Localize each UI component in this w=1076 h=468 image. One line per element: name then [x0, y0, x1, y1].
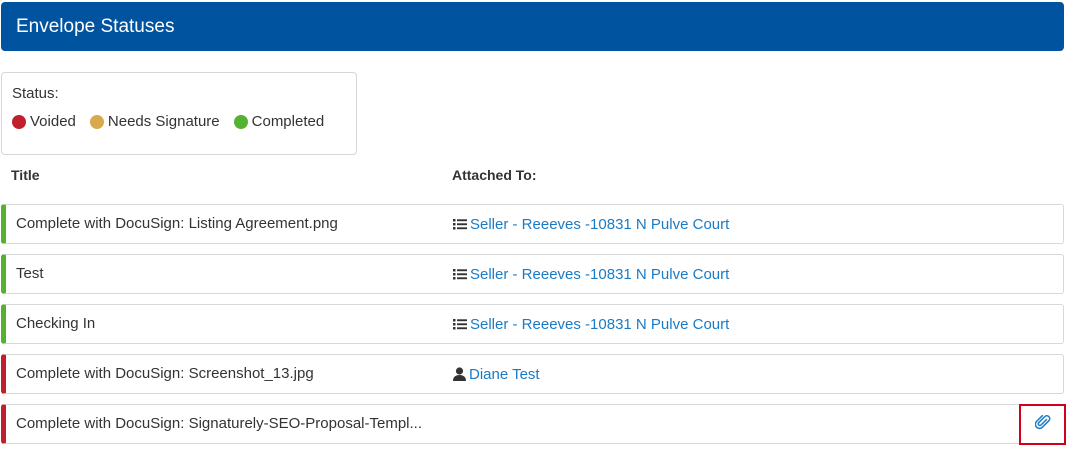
row-attached: Diane Test	[453, 355, 540, 393]
legend-item-needs-signature: Needs Signature	[89, 113, 220, 130]
row-attached: Seller - Reeeves -10831 N Pulve Court	[453, 305, 729, 343]
voided-dot-icon	[12, 114, 26, 129]
row-title[interactable]: Complete with DocuSign: Listing Agreemen…	[16, 205, 338, 243]
legend-item-label: Completed	[251, 113, 325, 130]
legend-item-completed: Completed	[233, 113, 325, 130]
legend-item-label: Voided	[30, 113, 76, 130]
row-title[interactable]: Test	[16, 255, 44, 293]
attached-link[interactable]: Seller - Reeeves -10831 N Pulve Court	[470, 216, 729, 233]
completed-dot-icon	[233, 114, 248, 129]
table-row[interactable]: Test Seller - Reeeves -10831 N Pulve Cou…	[1, 254, 1064, 294]
row-attached: Seller - Reeeves -10831 N Pulve Court	[453, 205, 729, 243]
table-row[interactable]: Checking In Seller - Reeeves -10831 N Pu…	[1, 304, 1064, 344]
legend-item-voided: Voided	[12, 113, 76, 130]
column-header-title: Title	[11, 167, 40, 183]
attached-link[interactable]: Seller - Reeeves -10831 N Pulve Court	[470, 266, 729, 283]
row-title[interactable]: Complete with DocuSign: Signaturely-SEO-…	[16, 405, 422, 443]
list-icon	[453, 318, 467, 330]
list-icon	[453, 268, 467, 280]
row-attached: Seller - Reeeves -10831 N Pulve Court	[453, 255, 729, 293]
legend-items: Voided Needs Signature Completed	[12, 113, 356, 130]
legend-label: Status:	[12, 85, 59, 102]
column-header-attached: Attached To:	[452, 167, 537, 183]
legend-item-label: Needs Signature	[107, 113, 220, 130]
status-legend: Status: Voided Needs Signature Completed	[1, 72, 357, 155]
row-title[interactable]: Complete with DocuSign: Screenshot_13.jp…	[16, 355, 314, 393]
page-title: Envelope Statuses	[16, 15, 175, 37]
attached-link[interactable]: Diane Test	[469, 366, 540, 383]
list-icon	[453, 218, 467, 230]
table-row[interactable]: Complete with DocuSign: Screenshot_13.jp…	[1, 354, 1064, 394]
attached-link[interactable]: Seller - Reeeves -10831 N Pulve Court	[470, 316, 729, 333]
table-row[interactable]: Complete with DocuSign: Signaturely-SEO-…	[1, 404, 1064, 444]
paperclip-icon	[1034, 414, 1051, 435]
user-icon	[453, 367, 466, 381]
row-title[interactable]: Checking In	[16, 305, 95, 343]
needs-signature-dot-icon	[89, 114, 104, 129]
attach-button[interactable]	[1019, 404, 1066, 445]
table-row[interactable]: Complete with DocuSign: Listing Agreemen…	[1, 204, 1064, 244]
page-header: Envelope Statuses	[1, 2, 1064, 51]
